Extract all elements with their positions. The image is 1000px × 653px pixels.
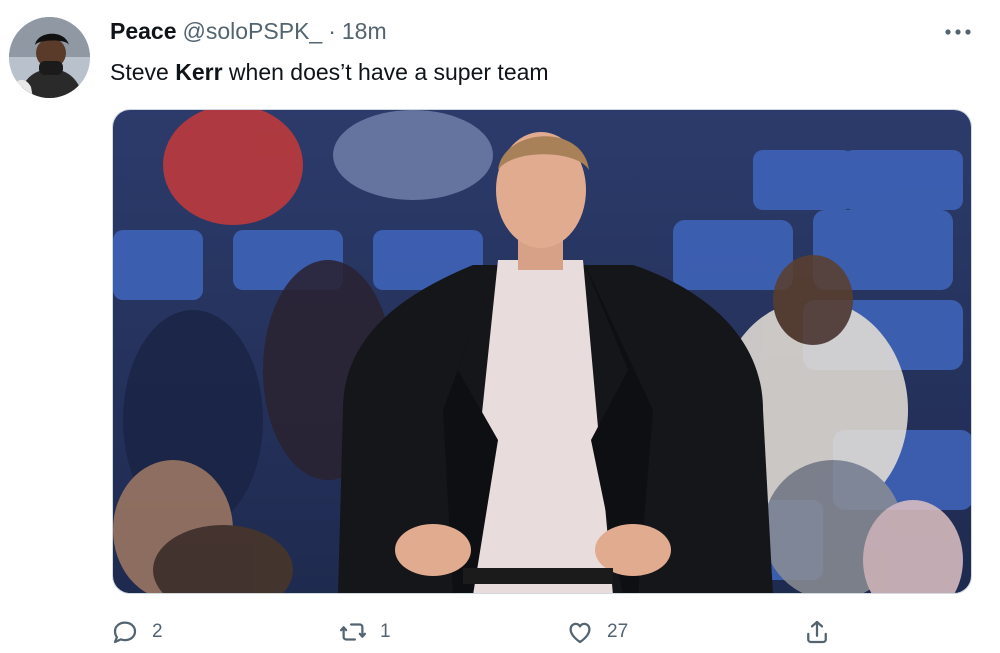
avatar-image [9, 17, 90, 98]
more-horizontal-icon [945, 29, 971, 35]
share-icon [807, 620, 827, 644]
heart-icon [569, 622, 591, 644]
reply-icon [113, 621, 137, 644]
like-button[interactable]: 27 [565, 612, 628, 652]
avatar[interactable] [9, 17, 90, 98]
tweet-text-start: Steve [110, 59, 176, 85]
tweet-text-bold: Kerr [175, 59, 223, 85]
reply-count: 2 [152, 621, 163, 642]
tweet-card[interactable]: Peace @soloPSPK_ · 18m Steve Kerr when d… [0, 0, 1000, 653]
separator-dot: · [328, 18, 336, 44]
like-count: 27 [607, 621, 629, 642]
media-photo [113, 110, 971, 593]
retweet-count: 1 [380, 621, 391, 642]
retweet-icon [340, 623, 366, 641]
tweet-text: Steve Kerr when does’t have a super team [110, 57, 549, 87]
tweet-media[interactable] [112, 109, 972, 594]
tweet-text-end: when does’t have a super team [222, 59, 549, 85]
reply-button[interactable]: 2 [110, 612, 163, 652]
retweet-button[interactable]: 1 [338, 612, 391, 652]
more-options-button[interactable] [938, 16, 978, 48]
share-button[interactable] [802, 612, 832, 652]
tweet-timestamp[interactable]: 18m [342, 18, 387, 45]
tweet-header: Peace @soloPSPK_ · 18m [110, 18, 387, 48]
author-handle[interactable]: @soloPSPK_ [183, 18, 323, 45]
author-name[interactable]: Peace [110, 18, 177, 45]
tweet-actions: 2 1 27 [110, 612, 970, 652]
